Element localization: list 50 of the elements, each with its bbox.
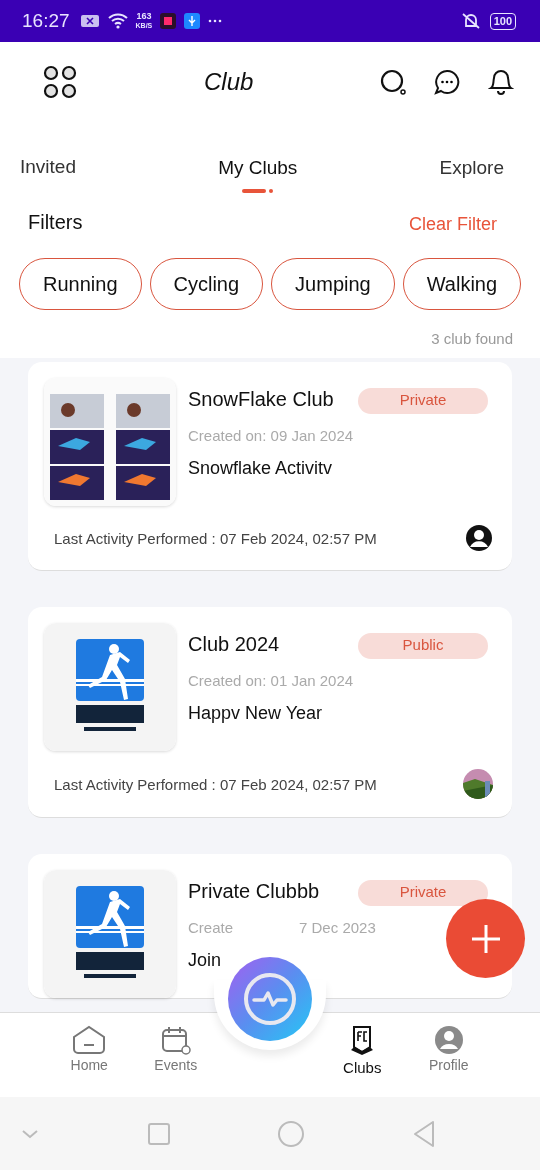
battery-icon: 100 <box>489 12 516 30</box>
bell-icon[interactable] <box>488 69 514 95</box>
last-activity-text: Last Activity Performed : 07 Feb 2024, 02:57 PM <box>54 775 377 793</box>
club-card[interactable]: Club 2024 Public Created on: 01 Jan 2024 Happv New Year Last Activity Performed : 07 Feb 2024, 02:57 PM <box>28 607 512 818</box>
home-icon <box>71 1025 108 1055</box>
nav-item[interactable]: Clubs <box>343 1013 382 1097</box>
wifi-icon <box>107 13 128 29</box>
nav-item[interactable]: Events <box>154 1013 198 1097</box>
privacy-badge: Public <box>358 633 488 659</box>
club-card[interactable]: SnowFlake Club Private Created on: 09 Jan 2024 Snowflake Activitv Last Activity Performed : 07 Feb 2024, 02:57 PM <box>28 362 512 571</box>
filter-chip[interactable]: Jumping <box>271 258 395 310</box>
created-date: Created on: 09 Jan 2024 <box>188 427 354 444</box>
club-name: Club 2024 <box>188 633 280 656</box>
menu-icon[interactable] <box>43 65 77 99</box>
filter-chip[interactable]: Cycling <box>149 258 264 310</box>
page-title: Club <box>204 68 254 96</box>
club-description: Join <box>188 950 223 971</box>
more-icon <box>208 19 223 23</box>
chat-icon[interactable] <box>434 69 460 95</box>
search-icon[interactable] <box>380 69 406 95</box>
speed-value: 163 <box>136 12 152 21</box>
profile-icon <box>433 1025 464 1055</box>
club-name: SnowFlake Club <box>188 388 334 411</box>
tab[interactable]: My Clubs <box>218 122 298 193</box>
notification-icon <box>79 14 100 28</box>
calendar-icon <box>160 1025 191 1055</box>
tab[interactable]: Invited <box>20 122 76 192</box>
clear-filter-link[interactable]: Clear Filter <box>409 214 497 235</box>
tab[interactable]: Explore <box>439 122 504 193</box>
privacy-badge: Private <box>358 880 488 906</box>
filters-label: Filters <box>28 210 83 234</box>
last-activity-text: Last Activity Performed : 07 Feb 2024, 02:57 PM <box>54 529 377 547</box>
created-date: 7 Dec 2023 <box>299 919 376 936</box>
club-description: Happv New Year <box>188 703 324 724</box>
nav-item[interactable]: Profile <box>428 1013 469 1097</box>
result-count: 3 club found <box>431 330 513 349</box>
filter-chip[interactable]: Walking <box>402 258 522 310</box>
filter-chip[interactable]: Running <box>19 258 142 310</box>
usb-icon <box>184 13 201 29</box>
app-icon <box>160 13 177 29</box>
club-description: Snowflake Activitv <box>188 458 334 479</box>
status-time: 16:27 <box>22 10 70 32</box>
nav-item[interactable]: Home <box>70 1013 108 1097</box>
club-crest-icon <box>349 1023 376 1057</box>
avatar-icon <box>465 524 493 552</box>
created-date: Created on: 01 Jan 2024 <box>188 672 354 689</box>
activity-icon <box>242 971 298 1027</box>
club-name: Private Clubbb <box>188 880 320 903</box>
created-date: Create <box>188 919 234 936</box>
privacy-badge: Private <box>358 388 488 414</box>
